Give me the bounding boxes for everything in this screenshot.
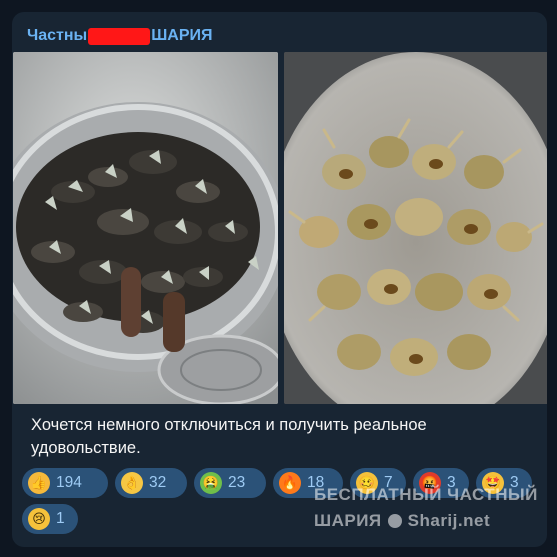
reaction-crying-face[interactable]: 😢 1: [22, 504, 78, 534]
vomit-icon: 🤮: [200, 472, 222, 494]
caption-line-1: Хочется немного отключиться и получить р…: [31, 416, 427, 434]
reaction-count: 194: [56, 474, 82, 491]
thumbs-up-icon: 👍: [28, 472, 50, 494]
watermark-line-2-text: ШАРИЯ: [314, 511, 382, 530]
channel-name[interactable]: Частны ШАРИЯ: [27, 25, 213, 47]
photo-barnacles[interactable]: [13, 52, 278, 404]
channel-name-start: Частны: [27, 27, 88, 44]
watermark-line-1: БЕСПЛАТНЫЙ ЧАСТНЫЙ: [314, 485, 538, 504]
watermark: БЕСПЛАТНЫЙ ЧАСТНЫЙ ШАРИЯ Sharij.net: [314, 482, 544, 534]
crying-face-icon: 😢: [28, 508, 50, 530]
reaction-ok-hand[interactable]: 👌 32: [115, 468, 187, 498]
ok-hand-icon: 👌: [121, 472, 143, 494]
watermark-line-2: ШАРИЯ Sharij.net: [314, 508, 544, 534]
reaction-count: 32: [149, 474, 167, 491]
redaction-mark: [88, 27, 151, 45]
post-caption: Хочется немного отключиться и получить р…: [31, 414, 536, 460]
fire-icon: 🔥: [279, 472, 301, 494]
channel-name-end: ШАРИЯ: [151, 27, 213, 44]
reaction-thumbs-up[interactable]: 👍 194: [22, 468, 108, 498]
message-bubble: Частны ШАРИЯ Хочется немного отключиться…: [12, 12, 547, 547]
watermark-site: Sharij.net: [407, 511, 491, 530]
reaction-vomit[interactable]: 🤮 23: [194, 468, 266, 498]
reaction-count: 1: [56, 510, 65, 527]
watermark-logo-icon: [387, 514, 402, 528]
caption-line-2: удовольствие.: [31, 439, 141, 457]
photo-sea-snails[interactable]: [284, 52, 547, 404]
reaction-count: 23: [228, 474, 246, 491]
